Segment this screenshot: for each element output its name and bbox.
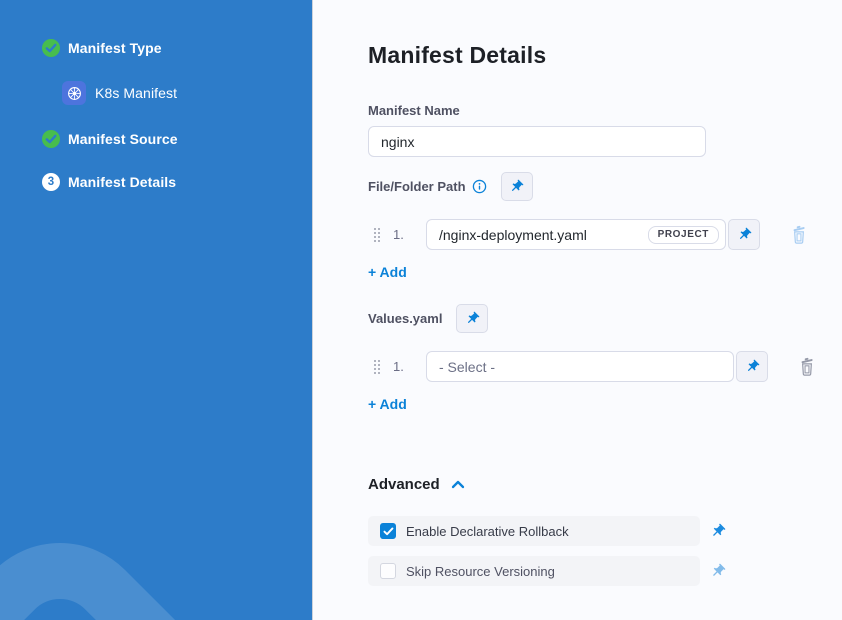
row-number: 1. — [393, 227, 411, 242]
checkbox-checked[interactable] — [380, 523, 396, 539]
delete-row-button[interactable] — [798, 356, 816, 377]
add-values-yaml-link[interactable]: + Add — [368, 396, 407, 412]
option-row-skip-resource-versioning: Skip Resource Versioning — [368, 556, 726, 586]
values-yaml-row: 1. — [372, 351, 816, 382]
checkbox-unchecked[interactable] — [380, 563, 396, 579]
page-title: Manifest Details — [368, 42, 546, 69]
sidebar-item-manifest-source[interactable]: Manifest Source — [42, 130, 178, 148]
check-circle-icon — [42, 130, 60, 148]
check-circle-icon — [42, 39, 60, 57]
step-number-badge: 3 — [42, 173, 60, 191]
runtime-input-pin-icon[interactable] — [710, 523, 726, 539]
substep-label: K8s Manifest — [95, 85, 177, 101]
info-icon[interactable] — [472, 179, 487, 194]
option-label: Skip Resource Versioning — [406, 564, 555, 579]
row-number: 1. — [393, 359, 411, 374]
step-label: Manifest Type — [68, 40, 162, 56]
drag-handle-icon[interactable] — [374, 228, 376, 230]
runtime-input-pin-button[interactable] — [736, 351, 768, 382]
values-yaml-label: Values.yaml — [368, 311, 442, 326]
sidebar-item-manifest-details[interactable]: 3 Manifest Details — [42, 173, 176, 191]
file-folder-path-header: File/Folder Path — [368, 172, 533, 201]
runtime-input-pin-button[interactable] — [456, 304, 488, 333]
manifest-name-label: Manifest Name — [368, 103, 460, 118]
harness-logo-watermark — [0, 505, 313, 620]
manifest-name-input[interactable] — [368, 126, 706, 157]
step-label: Manifest Details — [68, 174, 176, 190]
chevron-up-icon — [451, 480, 465, 489]
file-path-row: 1. PROJECT — [372, 219, 808, 250]
sidebar-item-manifest-type[interactable]: Manifest Type — [42, 39, 162, 57]
manifest-details-panel: Manifest Details Manifest Name File/Fold… — [314, 0, 842, 620]
file-folder-path-label: File/Folder Path — [368, 179, 466, 194]
runtime-input-pin-button[interactable] — [501, 172, 533, 201]
delete-row-button — [790, 224, 808, 245]
sidebar-item-k8s-manifest[interactable]: K8s Manifest — [62, 81, 177, 105]
runtime-input-pin-icon[interactable] — [710, 563, 726, 579]
wizard-sidebar: Manifest Type K8s Manifest Manifest Sour… — [0, 0, 313, 620]
option-row-declarative-rollback: Enable Declarative Rollback — [368, 516, 726, 546]
advanced-title: Advanced — [368, 476, 440, 493]
values-yaml-header: Values.yaml — [368, 304, 488, 333]
kubernetes-icon — [62, 81, 86, 105]
scope-badge: PROJECT — [648, 226, 719, 244]
option-label: Enable Declarative Rollback — [406, 524, 569, 539]
values-yaml-select[interactable] — [426, 351, 734, 382]
add-file-path-link[interactable]: + Add — [368, 264, 407, 280]
step-label: Manifest Source — [68, 131, 178, 147]
drag-handle-icon[interactable] — [374, 360, 376, 362]
runtime-input-pin-button[interactable] — [728, 219, 760, 250]
advanced-section-toggle[interactable]: Advanced — [368, 476, 465, 493]
